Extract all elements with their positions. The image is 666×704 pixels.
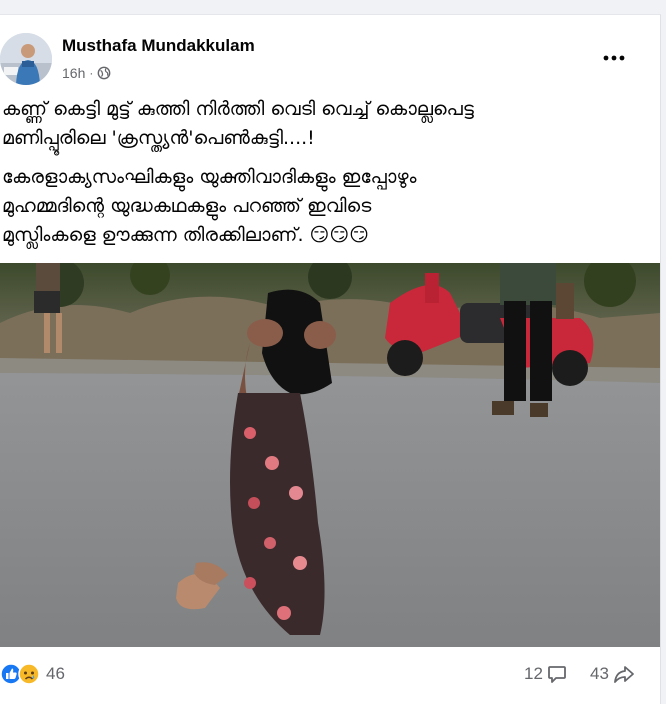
post-card: Musthafa Mundakkulam 16h · കണ്ണ് കെട്ടി …	[0, 14, 661, 704]
sad-reaction-icon	[18, 663, 40, 685]
globe-icon[interactable]	[97, 66, 111, 80]
post-paragraph-2: കേരളാക്യസംഘികളും യുക്തിവാദികളും ഇപ്പോഴും…	[2, 166, 417, 246]
meta-separator: ·	[89, 66, 94, 80]
avatar-photo	[0, 33, 52, 85]
reactions-summary[interactable]: 46	[0, 663, 65, 685]
shares-count-button[interactable]: 43	[590, 664, 635, 684]
author-avatar[interactable]	[0, 33, 52, 85]
post-photo	[0, 263, 660, 647]
author-name[interactable]: Musthafa Mundakkulam	[62, 36, 255, 56]
comments-count-button[interactable]: 12	[524, 664, 567, 684]
post-timestamp[interactable]: 16h	[62, 65, 85, 81]
post-meta: 16h ·	[62, 65, 111, 81]
comment-count: 12	[524, 664, 543, 683]
share-count: 43	[590, 664, 609, 683]
share-icon	[613, 664, 635, 684]
post-paragraph-1: കണ്ണ് കെട്ടി മുട്ട് കുത്തി നിർത്തി വെടി …	[2, 98, 474, 149]
reaction-count: 46	[46, 664, 65, 683]
post-image[interactable]	[0, 263, 660, 647]
post-footer: 46 12 43	[0, 655, 660, 701]
post-text: കണ്ണ് കെട്ടി മുട്ട് കുത്തി നിർത്തി വെടി …	[2, 95, 652, 260]
more-options-icon	[603, 55, 625, 61]
more-options-button[interactable]	[596, 47, 632, 69]
comment-icon	[547, 664, 567, 684]
